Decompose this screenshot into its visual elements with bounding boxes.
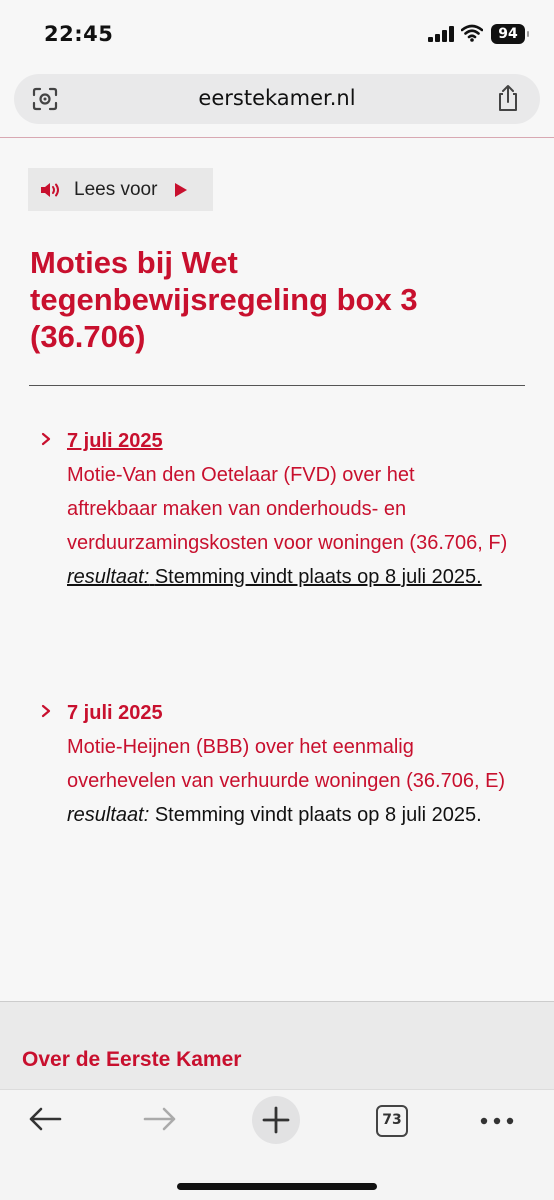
cellular-signal-icon	[428, 26, 454, 42]
home-indicator	[177, 1183, 377, 1190]
new-tab-button[interactable]	[252, 1096, 300, 1144]
browser-toolbar: 73	[0, 1089, 554, 1200]
battery-indicator: 94	[491, 24, 529, 44]
address-bar[interactable]: eerstekamer.nl	[14, 74, 540, 124]
page-content: Lees voor Moties bij Wet tegenbewijsrege…	[0, 137, 554, 1001]
wifi-icon	[461, 24, 483, 42]
motie-description[interactable]: Motie-Van den Oetelaar (FVD) over het af…	[67, 458, 510, 560]
motie-item[interactable]: 7 juli 2025 Motie-Van den Oetelaar (FVD)…	[30, 424, 510, 594]
speaker-icon	[41, 182, 59, 197]
share-icon[interactable]	[496, 84, 520, 112]
back-arrow-icon[interactable]	[28, 1106, 62, 1132]
lees-voor-button[interactable]: Lees voor	[28, 168, 213, 211]
result-label: resultaat:	[67, 566, 150, 588]
motie-result: resultaat: Stemming vindt plaats op 8 ju…	[67, 798, 510, 832]
result-text: Stemming vindt plaats op 8 juli 2025.	[154, 566, 482, 588]
chevron-right-icon	[41, 432, 51, 446]
tabs-button[interactable]: 73	[376, 1105, 408, 1137]
motie-item[interactable]: 7 juli 2025 Motie-Heijnen (BBB) over het…	[30, 696, 510, 832]
forward-arrow-icon[interactable]	[143, 1106, 177, 1132]
divider	[29, 385, 525, 386]
page-title: Moties bij Wet tegenbewijsregeling box 3…	[30, 245, 418, 354]
result-text: Stemming vindt plaats op 8 juli 2025.	[154, 804, 482, 826]
status-bar: 22:45 94	[0, 0, 554, 70]
site-footer: Over de Eerste Kamer	[0, 1001, 554, 1089]
motie-date-link[interactable]: 7 juli 2025	[67, 424, 510, 458]
url-text[interactable]: eerstekamer.nl	[14, 86, 540, 110]
lees-voor-label: Lees voor	[74, 178, 158, 200]
motie-description[interactable]: Motie-Heijnen (BBB) over het eenmalig ov…	[67, 730, 510, 798]
chevron-right-icon	[41, 704, 51, 718]
motie-result[interactable]: resultaat: Stemming vindt plaats op 8 ju…	[67, 560, 510, 594]
result-label: resultaat:	[67, 804, 150, 826]
plus-icon	[262, 1106, 290, 1134]
footer-link-over-de-eerste-kamer[interactable]: Over de Eerste Kamer	[22, 1048, 241, 1072]
more-icon[interactable]	[480, 1117, 514, 1125]
motie-date-link[interactable]: 7 juli 2025	[67, 696, 510, 730]
play-icon	[175, 182, 188, 197]
status-time: 22:45	[44, 22, 114, 46]
